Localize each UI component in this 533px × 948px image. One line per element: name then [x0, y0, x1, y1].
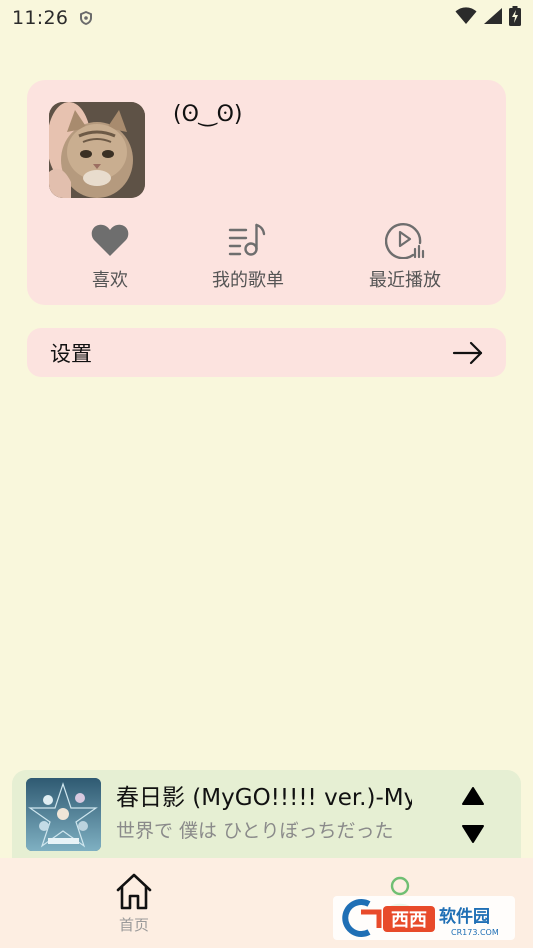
settings-button[interactable]: 设置: [27, 328, 506, 377]
svg-text:西西: 西西: [391, 910, 427, 931]
like-button[interactable]: 喜欢: [50, 220, 170, 296]
profile-card: (ʘ‿ʘ) 喜欢 我的歌单 最近播放: [27, 80, 506, 305]
wifi-icon: [455, 7, 477, 29]
status-time: 11:26: [12, 7, 69, 29]
like-label: 喜欢: [92, 270, 128, 291]
avatar[interactable]: [49, 102, 145, 198]
settings-label: 设置: [50, 341, 92, 366]
home-icon: [114, 872, 154, 914]
my-playlist-button[interactable]: 我的歌单: [188, 220, 308, 296]
recent-play-icon: [385, 220, 425, 260]
album-cover[interactable]: [26, 778, 101, 851]
svg-text:CR173.COM: CR173.COM: [451, 928, 499, 937]
arrow-right-icon: [452, 341, 484, 365]
mini-player[interactable]: 春日影 (MyGO!!!!! ver.)-MyGO!!!!! 世界で 僕は ひと…: [12, 770, 521, 858]
status-bar: 11:26: [0, 0, 533, 36]
status-icons: [455, 6, 521, 30]
nav-home-label: 首页: [118, 916, 149, 934]
recent-play-button[interactable]: 最近播放: [345, 220, 465, 296]
heart-icon: [90, 220, 130, 260]
my-playlist-label: 我的歌单: [212, 270, 284, 291]
signal-icon: [483, 7, 503, 29]
recent-play-label: 最近播放: [369, 270, 441, 291]
triangle-up-icon[interactable]: [458, 784, 488, 808]
playlist-icon: [228, 220, 268, 260]
track-lyric: 世界で 僕は ひとりぼっちだった: [116, 820, 394, 842]
svg-text:软件园: 软件园: [439, 906, 490, 927]
username: (ʘ‿ʘ): [173, 102, 243, 127]
shield-icon: [78, 10, 94, 26]
nav-home-button[interactable]: 首页: [104, 872, 164, 942]
profile-actions: 喜欢 我的歌单 最近播放: [27, 220, 506, 300]
triangle-down-icon[interactable]: [458, 822, 488, 846]
battery-charging-icon: [509, 6, 521, 30]
track-title: 春日影 (MyGO!!!!! ver.)-MyGO!!!!!: [116, 785, 412, 810]
watermark-logo: 西西 软件园 CR173.COM: [333, 896, 515, 940]
app-screen: 11:26 (ʘ‿ʘ) 喜欢 我的歌单 最近播放 设置 春日影 (MyGO!!!…: [0, 0, 533, 948]
